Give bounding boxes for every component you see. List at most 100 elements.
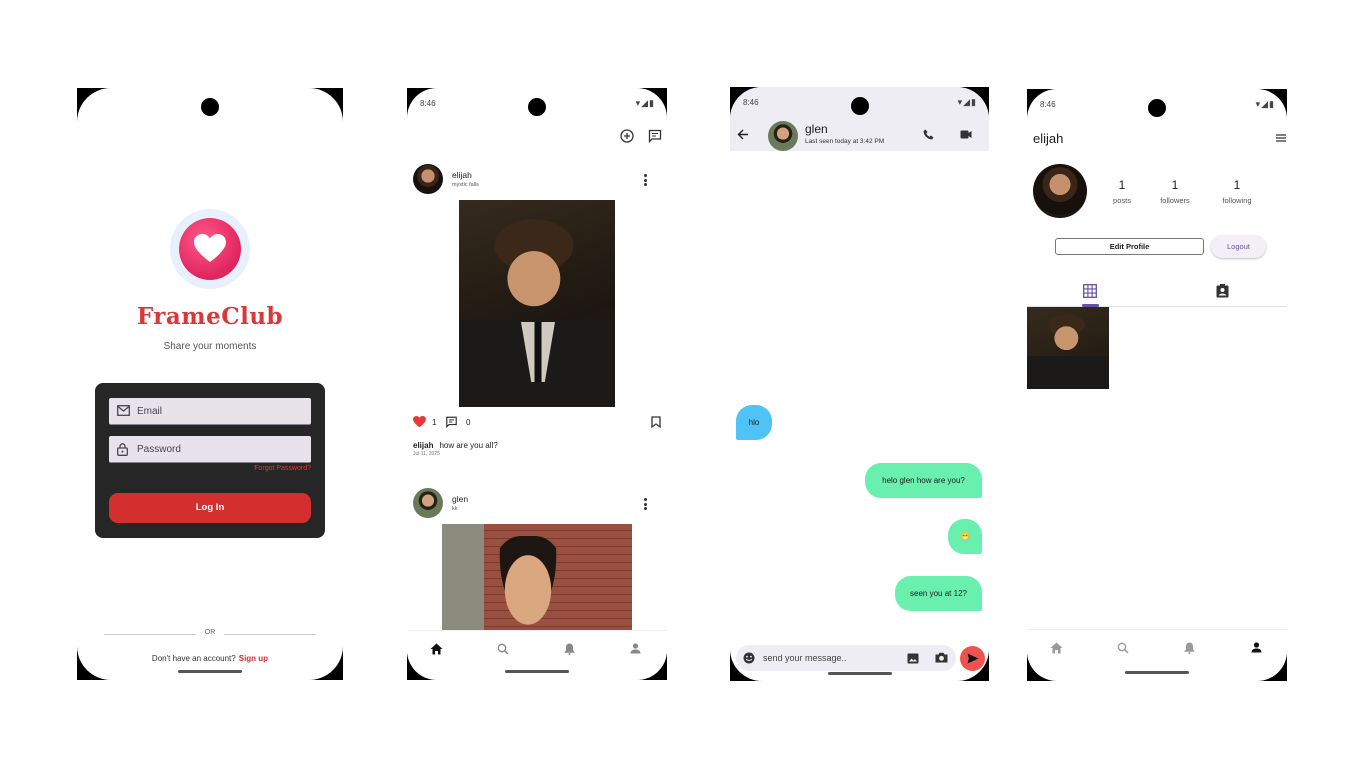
message-outgoing[interactable]: seen you at 12?	[895, 576, 982, 611]
feed-screen: 8:46 ▾◢▮ elijah mystic falls 1 0 elijah …	[407, 88, 667, 680]
notifications-icon[interactable]	[1184, 642, 1195, 654]
no-account-text: Don't have an account?	[151, 654, 236, 663]
post-date: Jul 11, 2025	[413, 451, 440, 457]
front-camera	[528, 98, 546, 116]
contact-avatar[interactable]	[768, 121, 798, 151]
stat-label: following	[1222, 196, 1252, 205]
gallery-icon[interactable]	[907, 653, 919, 664]
profile-avatar[interactable]	[1033, 164, 1087, 218]
stat-label: posts	[1113, 196, 1131, 205]
or-divider: OR	[104, 629, 316, 639]
post-avatar[interactable]	[413, 488, 443, 518]
logout-button[interactable]: Logout	[1211, 235, 1266, 258]
send-button[interactable]	[960, 646, 985, 671]
password-field[interactable]: Password	[109, 436, 311, 463]
notifications-icon[interactable]	[564, 643, 575, 655]
chat-screen: 8:46 ▾◢▮ glen Last seen today at 3:42 PM…	[730, 87, 989, 681]
contact-name[interactable]: glen	[805, 122, 828, 136]
message-incoming[interactable]: hlo	[736, 405, 772, 440]
stat-posts[interactable]: 1 posts	[1097, 178, 1147, 205]
home-indicator[interactable]	[505, 670, 569, 673]
message-input[interactable]: send your message..	[736, 645, 956, 671]
chat-screen-device: 8:46 ▾◢▮ glen Last seen today at 3:42 PM…	[730, 87, 989, 681]
video-call-icon[interactable]	[960, 130, 972, 139]
login-screen-device: FrameClub Share your moments Email Passw…	[77, 88, 343, 680]
like-count: 1	[432, 418, 437, 427]
stat-followers[interactable]: 1 followers	[1150, 178, 1200, 205]
home-icon[interactable]	[430, 643, 443, 655]
password-placeholder: Password	[137, 444, 181, 455]
signal-battery-icons: ▾◢▮	[957, 97, 977, 107]
home-indicator[interactable]	[827, 672, 892, 675]
home-indicator[interactable]	[1125, 671, 1189, 674]
app-name: FrameClub	[136, 303, 284, 330]
grid-tab-icon[interactable]	[1083, 284, 1097, 298]
message-outgoing[interactable]: 😁	[948, 519, 982, 554]
like-heart-icon[interactable]	[413, 416, 426, 428]
stat-following[interactable]: 1 following	[1212, 178, 1262, 205]
signup-link[interactable]: Sign up	[239, 654, 268, 663]
comment-icon[interactable]	[445, 416, 458, 428]
phone-call-icon[interactable]	[923, 129, 934, 140]
login-button[interactable]: Log In	[109, 493, 311, 523]
post-menu-icon[interactable]	[644, 498, 648, 512]
app-tagline: Share your moments	[163, 341, 257, 352]
stat-label: followers	[1160, 196, 1190, 205]
bottom-nav	[1027, 629, 1287, 677]
front-camera	[201, 98, 219, 116]
mail-icon	[117, 405, 130, 416]
post-username[interactable]: glen	[452, 494, 468, 504]
post-username[interactable]: elijah	[452, 170, 472, 180]
comment-count: 0	[466, 418, 471, 427]
post-image[interactable]	[442, 524, 632, 634]
profile-tabs	[1027, 282, 1287, 307]
profile-icon[interactable]	[630, 643, 641, 654]
tagged-tab-icon[interactable]	[1216, 284, 1229, 298]
stat-count: 1	[1233, 178, 1241, 192]
heart-icon	[194, 234, 226, 262]
home-icon[interactable]	[1050, 642, 1063, 654]
divider-line-right	[224, 634, 316, 635]
post-menu-icon[interactable]	[644, 174, 648, 188]
front-camera	[850, 97, 869, 115]
caption-username[interactable]: elijah	[413, 441, 433, 450]
home-indicator[interactable]	[178, 670, 242, 673]
login-screen: FrameClub Share your moments Email Passw…	[77, 88, 343, 680]
signup-prompt: Don't have an account? Sign up	[77, 654, 343, 663]
stat-count: 1	[1171, 178, 1179, 192]
forgot-password-link[interactable]: Forgot Password?	[254, 465, 311, 472]
lock-icon	[117, 443, 128, 456]
search-icon[interactable]	[497, 643, 509, 655]
profile-post-thumbnail[interactable]	[1027, 307, 1109, 389]
post-image-detail	[492, 536, 564, 634]
profile-icon[interactable]	[1251, 642, 1262, 653]
stat-count: 1	[1118, 178, 1126, 192]
profile-username: elijah	[1033, 131, 1064, 146]
status-time: 8:46	[420, 99, 436, 108]
last-seen-status: Last seen today at 3:42 PM	[805, 138, 885, 145]
back-arrow-icon[interactable]	[737, 129, 749, 140]
login-form: Email Password Forgot Password? Log In	[95, 383, 325, 538]
email-field[interactable]: Email	[109, 398, 311, 425]
signal-battery-icons: ▾◢▮	[1255, 99, 1275, 109]
messages-icon[interactable]	[648, 129, 662, 143]
message-outgoing[interactable]: helo glen how are you?	[865, 463, 982, 498]
add-post-icon[interactable]	[620, 129, 634, 143]
post-image-detail	[521, 322, 555, 382]
post-actions: 1 0	[413, 415, 661, 429]
post-avatar[interactable]	[413, 164, 443, 194]
post-location: mystic falls	[452, 182, 479, 188]
post-location: kk	[452, 506, 458, 512]
edit-profile-button[interactable]: Edit Profile	[1055, 238, 1204, 255]
emoji-icon[interactable]	[743, 652, 755, 664]
post-image[interactable]	[459, 200, 615, 407]
camera-icon[interactable]	[935, 652, 948, 663]
search-icon[interactable]	[1117, 642, 1129, 654]
signal-battery-icons: ▾◢▮	[635, 98, 655, 108]
bookmark-icon[interactable]	[651, 416, 661, 428]
status-time: 8:46	[743, 98, 759, 107]
menu-icon[interactable]	[1276, 134, 1286, 142]
app-logo	[170, 209, 250, 289]
feed-screen-device: 8:46 ▾◢▮ elijah mystic falls 1 0 elijah …	[407, 88, 667, 680]
send-icon	[967, 653, 979, 664]
